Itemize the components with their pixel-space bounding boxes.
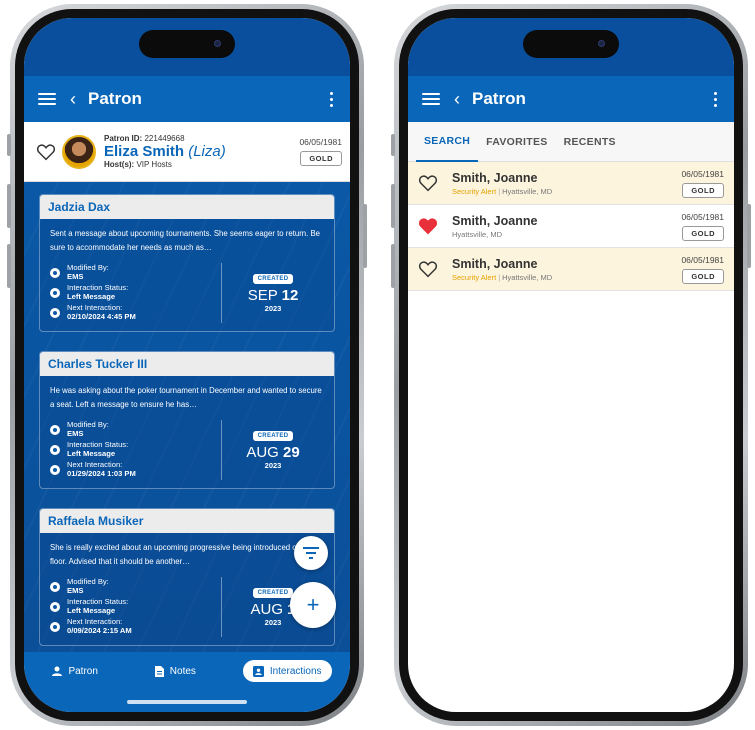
volume-down-button [391,244,395,288]
created-year: 2023 [264,460,282,470]
page-title: Patron [88,89,142,108]
phone-patron-search: ‹ Patron SEARCH FAVORITES RECENTS Smith,… [391,4,751,726]
note-icon [154,665,164,677]
plus-icon: + [306,592,320,617]
add-interaction-button[interactable]: + [290,582,336,628]
mute-switch [7,134,11,156]
patron-id: Patron ID: 221449668 [104,134,185,143]
phone-patron-interactions: ‹ Patron Patron ID: 221449668 Eliza Smit… [7,4,367,726]
patron-hosts: Host(s): VIP Hosts [104,160,172,169]
created-year: 2023 [264,303,282,313]
pencil-icon [50,425,60,435]
nav-notes[interactable]: Notes [145,660,206,682]
screen: ‹ Patron Patron ID: 221449668 Eliza Smit… [24,18,350,712]
status-bar [24,18,350,76]
avatar [62,134,96,169]
back-chevron-icon[interactable]: ‹ [454,90,460,108]
tab-favorites[interactable]: FAVORITES [478,122,555,162]
menu-icon[interactable] [422,93,440,105]
card-title: Jadzia Dax [40,195,334,219]
person-icon [52,666,63,676]
interaction-card[interactable]: Charles Tucker III He was asking about t… [39,351,335,489]
menu-icon[interactable] [38,93,56,105]
timer-icon [50,308,60,318]
status-icon [50,288,60,298]
result-name: Smith, Joanne [452,170,538,185]
result-location: Hyattsville, MD [502,272,553,282]
status-icon [50,445,60,455]
mute-switch [391,134,395,156]
result-name: Smith, Joanne [452,213,538,228]
page-title: Patron [472,89,526,108]
bottom-navigation: Patron Notes Interactions [24,652,350,712]
created-badge: CREATED [252,587,294,598]
dynamic-island [523,30,619,58]
search-result[interactable]: Smith, Joanne Security Alert | Hyattsville… [408,162,734,205]
tab-search[interactable]: SEARCH [416,122,479,162]
tier-badge: GOLD [682,225,724,241]
result-date: 06/05/1981 [681,168,724,179]
card-text: Sent a message about upcoming tournament… [50,229,321,252]
volume-up-button [391,184,395,228]
created-year: 2023 [264,617,282,627]
home-indicator [127,700,247,704]
created-date: SEP 12 [247,286,299,304]
status-bar [408,18,734,76]
security-alert-label: Security Alert [452,186,497,196]
favorite-heart-outline-icon[interactable] [36,143,56,161]
nav-patron[interactable]: Patron [42,660,107,682]
result-date: 06/05/1981 [681,254,724,265]
more-options-icon[interactable] [710,91,720,107]
card-title: Charles Tucker III [40,352,334,376]
timer-icon [50,622,60,632]
pencil-icon [50,582,60,592]
result-location: Hyattsville, MD [452,229,503,239]
volume-up-button [7,184,11,228]
result-name: Smith, Joanne [452,256,538,271]
contact-card-icon [252,665,264,677]
nav-interactions[interactable]: Interactions [242,660,332,682]
pencil-icon [50,268,60,278]
card-text: He was asking about the poker tournament… [50,386,322,409]
tier-badge: GOLD [682,182,724,198]
created-date: AUG 29 [246,443,300,461]
app-bar: ‹ Patron [408,76,734,122]
power-button [747,204,751,268]
patron-header: Patron ID: 221449668 Eliza Smith (Liza) … [24,122,350,182]
tier-badge: GOLD [682,268,724,284]
interactions-feed[interactable]: Jadzia Dax Sent a message about upcoming… [24,182,350,652]
more-options-icon[interactable] [326,91,336,107]
filter-button[interactable] [294,536,328,570]
search-result[interactable]: Smith, Joanne Security Alert | Hyattsville… [408,248,734,291]
power-button [363,204,367,268]
interaction-card[interactable]: Jadzia Dax Sent a message about upcoming… [39,194,335,332]
patron-name: Eliza Smith (Liza) [104,143,226,160]
result-date: 06/05/1981 [681,211,724,222]
favorite-heart-outline-icon[interactable] [418,260,438,278]
card-title: Raffaela Musiker [40,509,334,533]
search-result[interactable]: Smith, Joanne Hyattsville, MD 06/05/1981… [408,205,734,248]
created-badge: CREATED [252,273,294,284]
search-tabs: SEARCH FAVORITES RECENTS [408,122,734,162]
filter-icon [303,547,319,559]
status-icon [50,602,60,612]
app-bar: ‹ Patron [24,76,350,122]
result-location: Hyattsville, MD [502,186,553,196]
patron-date: 06/05/1981 [299,137,342,147]
favorite-heart-outline-icon[interactable] [418,174,438,192]
dynamic-island [139,30,235,58]
back-chevron-icon[interactable]: ‹ [70,90,76,108]
screen: ‹ Patron SEARCH FAVORITES RECENTS Smith,… [408,18,734,712]
interaction-card[interactable]: Raffaela Musiker She is really excited a… [39,508,335,646]
card-text: She is really excited about an upcoming … [50,543,314,566]
volume-down-button [7,244,11,288]
timer-icon [50,465,60,475]
created-date: AUG 1 [250,600,295,618]
security-alert-label: Security Alert [452,272,497,282]
tab-recents[interactable]: RECENTS [556,122,624,162]
favorite-heart-filled-icon[interactable] [418,217,438,235]
created-badge: CREATED [252,430,294,441]
tier-badge: GOLD [300,151,342,166]
